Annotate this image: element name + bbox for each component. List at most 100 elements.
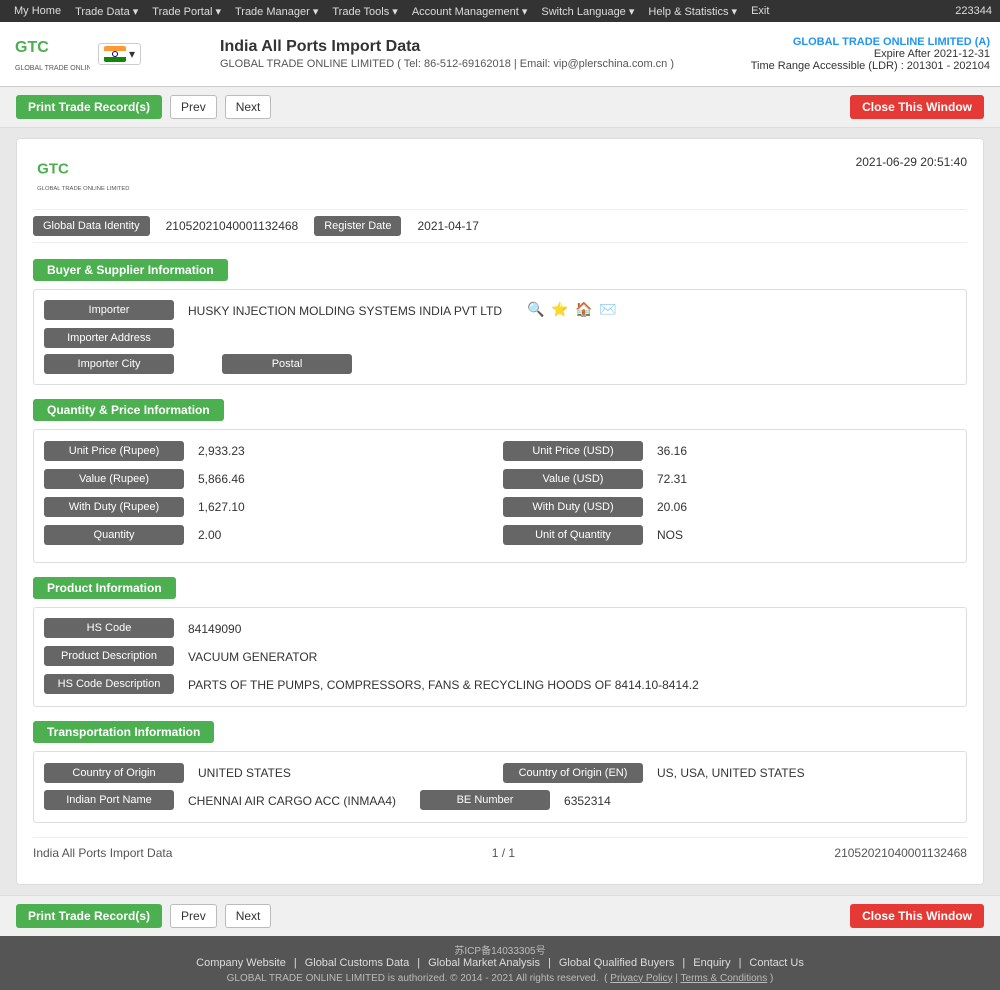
top-toolbar: Print Trade Record(s) Prev Next Close Th… <box>0 87 1000 128</box>
hs-code-row: HS Code 84149090 <box>44 618 956 640</box>
country-origin-label: Country of Origin <box>44 763 184 783</box>
importer-address-value <box>180 328 196 336</box>
value-rupee-value: 5,866.46 <box>190 468 253 490</box>
value-usd-label: Value (USD) <box>503 469 643 489</box>
mail-icon[interactable]: ✉️ <box>598 300 618 320</box>
user-id: 223344 <box>955 5 992 17</box>
product-desc-label: Product Description <box>44 646 174 666</box>
flag-dropdown-arrow: ▾ <box>129 47 135 61</box>
next-button-bottom[interactable]: Next <box>225 904 272 928</box>
footer-global-buyers[interactable]: Global Qualified Buyers <box>559 957 675 969</box>
with-duty-rupee-cell: With Duty (Rupee) 1,627.10 <box>44 496 497 518</box>
footer-company-website[interactable]: Company Website <box>196 957 286 969</box>
footer-links: Company Website | Global Customs Data | … <box>6 957 994 969</box>
unit-of-quantity-label: Unit of Quantity <box>503 525 643 545</box>
nav-menu: My Home Trade Data ▾ Trade Portal ▾ Trad… <box>8 3 775 20</box>
home-icon[interactable]: 🏠 <box>574 300 594 320</box>
nav-trade-tools[interactable]: Trade Tools ▾ <box>326 3 403 20</box>
indian-port-label: Indian Port Name <box>44 790 174 810</box>
importer-value: HUSKY INJECTION MOLDING SYSTEMS INDIA PV… <box>180 300 510 322</box>
footer-global-market[interactable]: Global Market Analysis <box>428 957 540 969</box>
hs-code-desc-value: PARTS OF THE PUMPS, COMPRESSORS, FANS & … <box>180 674 707 696</box>
qp-row-1: Unit Price (Rupee) 2,933.23 Unit Price (… <box>44 440 956 462</box>
print-button-top[interactable]: Print Trade Record(s) <box>16 95 162 119</box>
qp-row-4: Quantity 2.00 Unit of Quantity NOS <box>44 524 956 546</box>
footer-privacy[interactable]: Privacy Policy <box>610 973 672 984</box>
with-duty-usd-cell: With Duty (USD) 20.06 <box>503 496 956 518</box>
time-range: Time Range Accessible (LDR) : 201301 - 2… <box>751 60 990 72</box>
product-section: Product Information HS Code 84149090 Pro… <box>33 577 967 707</box>
close-button-top[interactable]: Close This Window <box>850 95 984 119</box>
svg-text:GTC: GTC <box>15 39 49 56</box>
nav-trade-data[interactable]: Trade Data ▾ <box>69 3 144 20</box>
icp-number: 苏ICP备14033305号 <box>6 942 994 957</box>
postal-value <box>358 354 374 362</box>
value-usd-value: 72.31 <box>649 468 695 490</box>
star-icon[interactable]: ⭐ <box>550 300 570 320</box>
country-origin-value: UNITED STATES <box>190 762 299 784</box>
product-title: Product Information <box>33 577 176 599</box>
importer-icons: 🔍 ⭐ 🏠 ✉️ <box>526 300 618 320</box>
logo-area: GTC GLOBAL TRADE ONLINE LIMITED ▾ <box>10 32 210 77</box>
be-number-value: 6352314 <box>556 790 619 812</box>
print-button-bottom[interactable]: Print Trade Record(s) <box>16 904 162 928</box>
indian-port-row: Indian Port Name CHENNAI AIR CARGO ACC (… <box>44 790 956 812</box>
transportation-title: Transportation Information <box>33 721 214 743</box>
importer-label: Importer <box>44 300 174 320</box>
unit-price-usd-label: Unit Price (USD) <box>503 441 643 461</box>
quantity-value: 2.00 <box>190 524 229 546</box>
svg-text:GTC: GTC <box>37 160 69 177</box>
quantity-cell: Quantity 2.00 <box>44 524 497 546</box>
importer-address-row: Importer Address <box>44 328 956 348</box>
close-button-bottom[interactable]: Close This Window <box>850 904 984 928</box>
footer-contact[interactable]: Contact Us <box>749 957 803 969</box>
unit-price-usd-cell: Unit Price (USD) 36.16 <box>503 440 956 462</box>
qp-row-2: Value (Rupee) 5,866.46 Value (USD) 72.31 <box>44 468 956 490</box>
flag-selector[interactable]: ▾ <box>98 43 141 65</box>
expire-date: Expire After 2021-12-31 <box>751 48 990 60</box>
footer-global-customs[interactable]: Global Customs Data <box>305 957 410 969</box>
page-title: India All Ports Import Data <box>220 38 751 56</box>
value-rupee-label: Value (Rupee) <box>44 469 184 489</box>
qp-row-3: With Duty (Rupee) 1,627.10 With Duty (US… <box>44 496 956 518</box>
header-title-area: India All Ports Import Data GLOBAL TRADE… <box>210 38 751 70</box>
top-navigation: My Home Trade Data ▾ Trade Portal ▾ Trad… <box>0 0 1000 22</box>
importer-city-value <box>180 354 196 362</box>
transportation-section: Transportation Information Country of Or… <box>33 721 967 823</box>
nav-switch-language[interactable]: Switch Language ▾ <box>535 3 640 20</box>
nav-trade-manager[interactable]: Trade Manager ▾ <box>229 3 324 20</box>
hs-code-label: HS Code <box>44 618 174 638</box>
svg-text:GLOBAL TRADE ONLINE LIMITED: GLOBAL TRADE ONLINE LIMITED <box>37 186 129 192</box>
header-bar: GTC GLOBAL TRADE ONLINE LIMITED ▾ India … <box>0 22 1000 87</box>
nav-account-management[interactable]: Account Management ▾ <box>406 3 534 20</box>
postal-label: Postal <box>222 354 352 374</box>
unit-of-quantity-cell: Unit of Quantity NOS <box>503 524 956 546</box>
product-desc-row: Product Description VACUUM GENERATOR <box>44 646 956 668</box>
transportation-body: Country of Origin UNITED STATES Country … <box>33 751 967 823</box>
nav-help-statistics[interactable]: Help & Statistics ▾ <box>642 3 743 20</box>
prev-button-top[interactable]: Prev <box>170 95 217 119</box>
record-logo: GTC GLOBAL TRADE ONLINE LIMITED <box>33 155 133 197</box>
record-page: 1 / 1 <box>492 846 515 860</box>
nav-exit[interactable]: Exit <box>745 3 775 20</box>
with-duty-usd-label: With Duty (USD) <box>503 497 643 517</box>
product-body: HS Code 84149090 Product Description VAC… <box>33 607 967 707</box>
importer-address-label: Importer Address <box>44 328 174 348</box>
quantity-label: Quantity <box>44 525 184 545</box>
search-icon[interactable]: 🔍 <box>526 300 546 320</box>
importer-city-row: Importer City Postal <box>44 354 956 374</box>
product-desc-value: VACUUM GENERATOR <box>180 646 325 668</box>
nav-my-home[interactable]: My Home <box>8 3 67 20</box>
account-info: GLOBAL TRADE ONLINE LIMITED (A) Expire A… <box>751 36 990 72</box>
quantity-price-title: Quantity & Price Information <box>33 399 224 421</box>
prev-button-bottom[interactable]: Prev <box>170 904 217 928</box>
nav-trade-portal[interactable]: Trade Portal ▾ <box>146 3 227 20</box>
record-footer: India All Ports Import Data 1 / 1 210520… <box>33 837 967 868</box>
footer-terms[interactable]: Terms & Conditions <box>681 973 768 984</box>
next-button-top[interactable]: Next <box>225 95 272 119</box>
global-data-identity-value: 21052021040001132468 <box>158 219 307 233</box>
company-name: GLOBAL TRADE ONLINE LIMITED (A) <box>751 36 990 48</box>
footer-enquiry[interactable]: Enquiry <box>693 957 730 969</box>
quantity-price-body: Unit Price (Rupee) 2,933.23 Unit Price (… <box>33 429 967 563</box>
value-rupee-cell: Value (Rupee) 5,866.46 <box>44 468 497 490</box>
